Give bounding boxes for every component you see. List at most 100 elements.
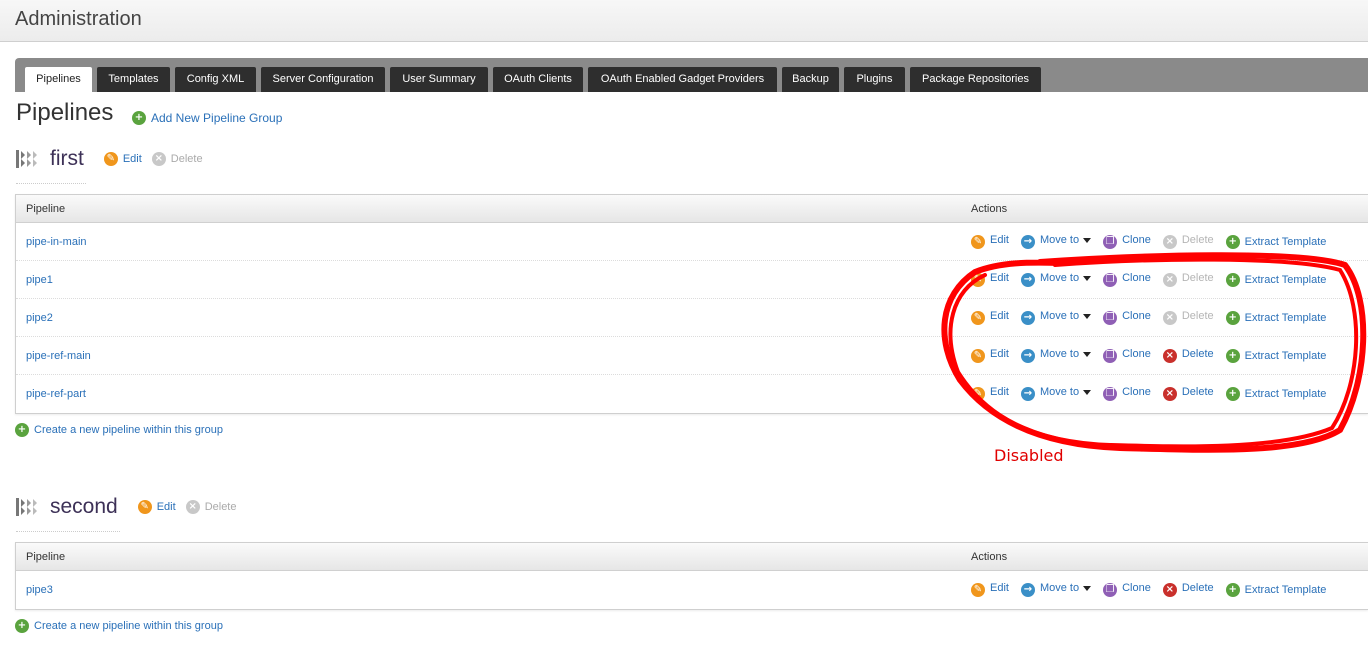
plus-icon: + [15,619,29,633]
clone-action[interactable]: ❐ Clone [1103,386,1151,401]
group-delete-link[interactable]: × Delete [185,500,236,514]
clone-action[interactable]: ❐ Clone [1103,348,1151,363]
caret-down-icon [1083,389,1092,395]
clone-action[interactable]: ❐ Clone [1103,582,1151,597]
group-delete-label: Delete [170,153,203,165]
delete-action-disabled[interactable]: × Delete [1162,234,1214,249]
arrow-right-icon: → [1020,311,1035,325]
column-header-actions: Actions [971,203,1008,215]
pipeline-name-link[interactable]: pipe-ref-main [26,350,91,362]
delete-label: Delete [1181,272,1214,284]
edit-action[interactable]: ✎ Edit [971,310,1009,325]
clone-icon: ❐ [1103,583,1118,597]
pipeline-group-icon [16,150,37,168]
create-pipeline-link[interactable]: + Create a new pipeline within this grou… [15,619,223,633]
delete-action[interactable]: × Delete [1162,386,1214,401]
tab-plugins[interactable]: Plugins [844,67,905,92]
plus-icon: + [1225,235,1240,249]
edit-label: Edit [990,310,1009,322]
tab-user-summary[interactable]: User Summary [390,67,488,92]
move-to-action[interactable]: → Move to [1020,310,1092,325]
caret-down-icon [1083,313,1092,319]
group-edit-label: Edit [156,501,176,513]
pencil-icon: ✎ [137,500,152,514]
caret-down-icon [1083,351,1092,357]
edit-action[interactable]: ✎ Edit [971,272,1009,287]
edit-label: Edit [990,386,1009,398]
delete-action-disabled[interactable]: × Delete [1162,310,1214,325]
tab-oauth-clients[interactable]: OAuth Clients [493,67,583,92]
clone-label: Clone [1122,582,1151,594]
move-to-action[interactable]: → Move to [1020,234,1092,249]
app-header: Administration [0,0,1368,42]
column-header-pipeline: Pipeline [26,203,66,215]
plus-icon: + [1225,311,1240,325]
annotation-label: Disabled [994,446,1064,465]
tab-pipelines[interactable]: Pipelines [25,67,92,92]
delete-action[interactable]: × Delete [1162,348,1214,363]
extract-template-label: Extract Template [1244,350,1327,362]
extract-template-action[interactable]: + Extract Template [1225,311,1327,325]
pipeline-name-link[interactable]: pipe1 [26,274,53,286]
pencil-icon: ✎ [103,152,118,166]
extract-template-action[interactable]: + Extract Template [1225,349,1327,363]
table-row: pipe1 ✎ Edit → Move to ❐ Clone × Delete + Ext… [16,261,1368,299]
edit-action[interactable]: ✎ Edit [971,386,1009,401]
clone-icon: ❐ [1103,273,1118,287]
group-edit-link[interactable]: ✎ Edit [103,152,142,166]
tab-package-repositories[interactable]: Package Repositories [910,67,1041,92]
plus-icon: + [15,423,29,437]
pipeline-name-link[interactable]: pipe-ref-part [26,388,86,400]
create-pipeline-link[interactable]: + Create a new pipeline within this grou… [15,423,223,437]
tab-server-configuration[interactable]: Server Configuration [261,67,385,92]
pipeline-name-link[interactable]: pipe3 [26,584,53,596]
extract-template-action[interactable]: + Extract Template [1225,273,1326,287]
extract-template-action[interactable]: + Extract Template [1225,387,1326,401]
plus-icon: + [1225,349,1240,363]
group-delete-link[interactable]: × Delete [151,152,203,166]
clone-action[interactable]: ❐ Clone [1103,272,1151,287]
edit-action[interactable]: ✎ Edit [971,348,1009,363]
clone-label: Clone [1122,348,1151,360]
move-to-action[interactable]: → Move to [1020,386,1092,401]
clone-label: Clone [1122,272,1151,284]
row-actions: ✎ Edit → Move to ❐ Clone × Delete + Extract T… [971,272,1338,288]
add-pipeline-group-link[interactable]: + Add New Pipeline Group [132,110,282,126]
move-to-action[interactable]: → Move to [1020,272,1092,287]
tab-config-xml[interactable]: Config XML [175,67,256,92]
clone-action[interactable]: ❐ Clone [1103,234,1151,249]
move-to-action[interactable]: → Move to [1020,348,1092,363]
pipeline-name-link[interactable]: pipe2 [26,312,53,324]
close-icon: × [1162,235,1177,249]
table-row: pipe2 ✎ Edit → Move to ❐ Clone × Delete + Ext… [16,299,1368,337]
move-to-action[interactable]: → Move to [1020,582,1092,597]
tab-oauth-gadget-providers[interactable]: OAuth Enabled Gadget Providers [588,67,777,92]
delete-label: Delete [1181,348,1214,360]
pipeline-name-link[interactable]: pipe-in-main [26,236,87,248]
edit-label: Edit [990,234,1009,246]
delete-action[interactable]: × Delete [1162,582,1214,597]
group-header-first: first ✎ Edit × Delete [16,143,213,175]
group-name: first [50,147,84,170]
edit-action[interactable]: ✎ Edit [971,234,1009,249]
group-divider [16,531,120,532]
group-edit-label: Edit [122,153,142,165]
extract-template-action[interactable]: + Extract Template [1225,583,1326,597]
arrow-right-icon: → [1020,387,1035,401]
plus-icon: + [1225,583,1240,597]
clone-label: Clone [1122,386,1151,398]
caret-down-icon [1083,275,1092,281]
group-header-second: second ✎ Edit × Delete [16,491,246,523]
edit-action[interactable]: ✎ Edit [971,582,1009,597]
tab-backup[interactable]: Backup [782,67,839,92]
extract-template-action[interactable]: + Extract Template [1225,235,1326,249]
move-to-label: Move to [1039,386,1080,398]
row-actions: ✎ Edit → Move to ❐ Clone × Delete + Extract T… [971,234,1338,250]
clone-action[interactable]: ❐ Clone [1103,310,1151,325]
tab-templates[interactable]: Templates [97,67,170,92]
group-edit-link[interactable]: ✎ Edit [137,500,176,514]
delete-action-disabled[interactable]: × Delete [1162,272,1214,287]
extract-template-label: Extract Template [1244,312,1327,324]
pencil-icon: ✎ [971,235,985,249]
tab-bar: Pipelines Templates Config XML Server Co… [15,58,1368,92]
